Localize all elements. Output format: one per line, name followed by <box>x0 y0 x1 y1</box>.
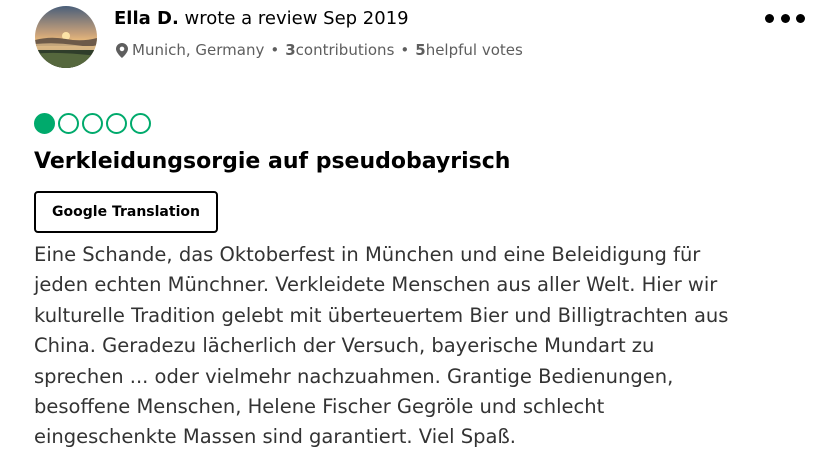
review-body-line: eingeschenkte Massen sind garantiert. Vi… <box>34 425 516 449</box>
review-body-line: Eine Schande, das Oktoberfest in München… <box>34 243 701 266</box>
google-translation-button[interactable]: Google Translation <box>34 191 218 233</box>
more-options-icon[interactable] <box>765 8 805 28</box>
helpful-votes-count: 5 <box>415 41 426 59</box>
review-action-text: wrote a review <box>178 8 324 29</box>
reviewer-location: Munich, Germany <box>132 41 265 59</box>
rating-bubble-icon <box>82 113 103 134</box>
review-header: Ella D. wrote a review Sep 2019 <box>114 8 409 30</box>
rating-bubble-icon <box>34 113 55 134</box>
contributions-count: 3 <box>285 41 296 59</box>
review-body-line: kulturelle Tradition gelebt mit überteue… <box>34 303 729 327</box>
rating-bubbles <box>34 113 151 134</box>
contributions-label: contributions <box>295 41 395 59</box>
rating-bubble-icon <box>58 113 79 134</box>
more-dot <box>765 13 774 23</box>
rating-bubble-icon <box>130 113 151 134</box>
review-title[interactable]: Verkleidungsorgie auf pseudobayrisch <box>34 148 510 176</box>
reviewer-name[interactable]: Ella D. <box>114 8 179 29</box>
review-body: Eine Schande, das Oktoberfest in München… <box>34 240 829 453</box>
map-pin-icon <box>116 42 128 58</box>
review-date: Sep 2019 <box>323 8 409 29</box>
helpful-votes-label: helpful votes <box>425 41 523 59</box>
review-body-line: China. Geradezu lächerlich der Versuch, … <box>34 334 655 358</box>
rating-bubble-icon <box>106 113 127 134</box>
review-body-line: sprechen ... oder vielmehr nachzuahmen. … <box>34 364 674 388</box>
reviewer-meta: Munich, Germany • 3 contributions • 5 he… <box>116 40 523 60</box>
avatar-landscape-image <box>35 6 97 68</box>
more-dot <box>780 13 790 23</box>
review-body-line: besoffene Menschen, Helene Fischer Gegrö… <box>34 395 605 419</box>
review-body-line: jeden echten Münchner. Verkleidete Mensc… <box>34 273 718 297</box>
meta-separator: • <box>400 41 410 59</box>
meta-separator: • <box>270 41 280 59</box>
avatar[interactable] <box>35 6 97 68</box>
more-dot <box>796 13 805 23</box>
